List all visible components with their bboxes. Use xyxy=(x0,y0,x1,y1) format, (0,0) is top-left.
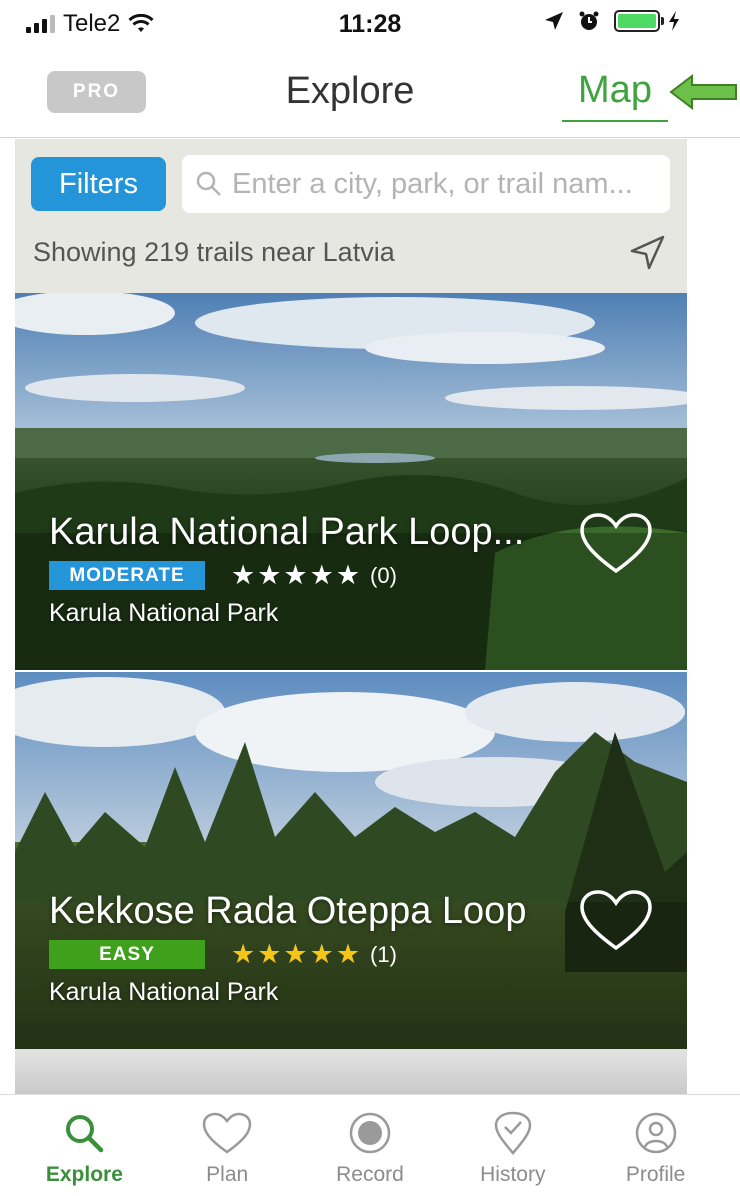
trail-info: Kekkose Rada Oteppa Loop EASY ★★★★★ (1) … xyxy=(49,890,526,1007)
tab-label: History xyxy=(480,1163,546,1186)
annotation-arrow-icon xyxy=(669,73,737,111)
tab-explore[interactable]: Explore xyxy=(13,1095,156,1196)
star-rating: ★★★★★ xyxy=(231,939,363,969)
heart-icon xyxy=(202,1112,252,1154)
tab-label: Profile xyxy=(625,1163,686,1186)
tab-history[interactable]: History xyxy=(441,1095,584,1196)
tab-label: Record xyxy=(336,1163,404,1186)
location-icon[interactable] xyxy=(627,233,667,273)
search-icon xyxy=(66,1115,104,1153)
rating-count: (1) xyxy=(370,941,397,967)
park-name: Karula National Park xyxy=(49,978,279,1006)
trail-meta: EASY ★★★★★ (1) xyxy=(49,939,526,970)
tab-plan[interactable]: Plan xyxy=(156,1095,299,1196)
charging-icon xyxy=(669,11,679,31)
results-count-text: Showing 219 trails near Latvia xyxy=(33,237,395,267)
tab-record[interactable]: Record xyxy=(299,1095,442,1196)
location-arrow-icon xyxy=(545,12,563,30)
search-panel: Filters Enter a city, park, or trail nam… xyxy=(15,139,687,293)
profile-icon xyxy=(635,1112,676,1154)
difficulty-badge: EASY xyxy=(49,940,205,969)
favorite-heart-icon[interactable] xyxy=(579,513,653,575)
star-rating: ★★★★★ xyxy=(231,560,363,590)
trail-meta: MODERATE ★★★★★ (0) xyxy=(49,560,524,591)
alarm-icon xyxy=(579,11,599,30)
favorite-heart-icon[interactable] xyxy=(579,890,653,952)
search-icon xyxy=(196,171,221,196)
map-button[interactable]: Map xyxy=(562,66,668,122)
nav-header: PRO Explore Map xyxy=(0,50,740,138)
status-indicators xyxy=(544,10,680,32)
tab-profile[interactable]: Profile xyxy=(584,1095,727,1196)
trail-name: Karula National Park Loop... xyxy=(49,511,525,553)
trail-card[interactable]: Kekkose Rada Oteppa Loop EASY ★★★★★ (1) … xyxy=(15,672,687,1049)
trail-info: Karula National Park Loop... MODERATE ★★… xyxy=(49,511,524,628)
status-bar: Tele2 11:28 xyxy=(0,0,740,50)
filters-button[interactable]: Filters xyxy=(31,157,166,211)
tab-label: Plan xyxy=(206,1163,249,1186)
difficulty-badge: MODERATE xyxy=(49,561,205,590)
trail-card-peek[interactable] xyxy=(15,1049,687,1094)
trail-name: Kekkose Rada Oteppa Loop xyxy=(49,890,527,932)
history-pin-icon xyxy=(494,1111,532,1155)
search-placeholder: Enter a city, park, or trail nam... xyxy=(232,167,633,200)
battery-icon xyxy=(614,10,664,32)
park-name: Karula National Park xyxy=(49,599,279,627)
tab-bar: Explore Plan Record History Profile xyxy=(0,1094,740,1196)
tab-label: Explore xyxy=(45,1163,123,1186)
trail-card[interactable]: Karula National Park Loop... MODERATE ★★… xyxy=(15,293,687,670)
record-icon xyxy=(349,1112,391,1154)
search-input[interactable]: Enter a city, park, or trail nam... xyxy=(182,155,670,213)
rating-count: (0) xyxy=(370,562,397,588)
